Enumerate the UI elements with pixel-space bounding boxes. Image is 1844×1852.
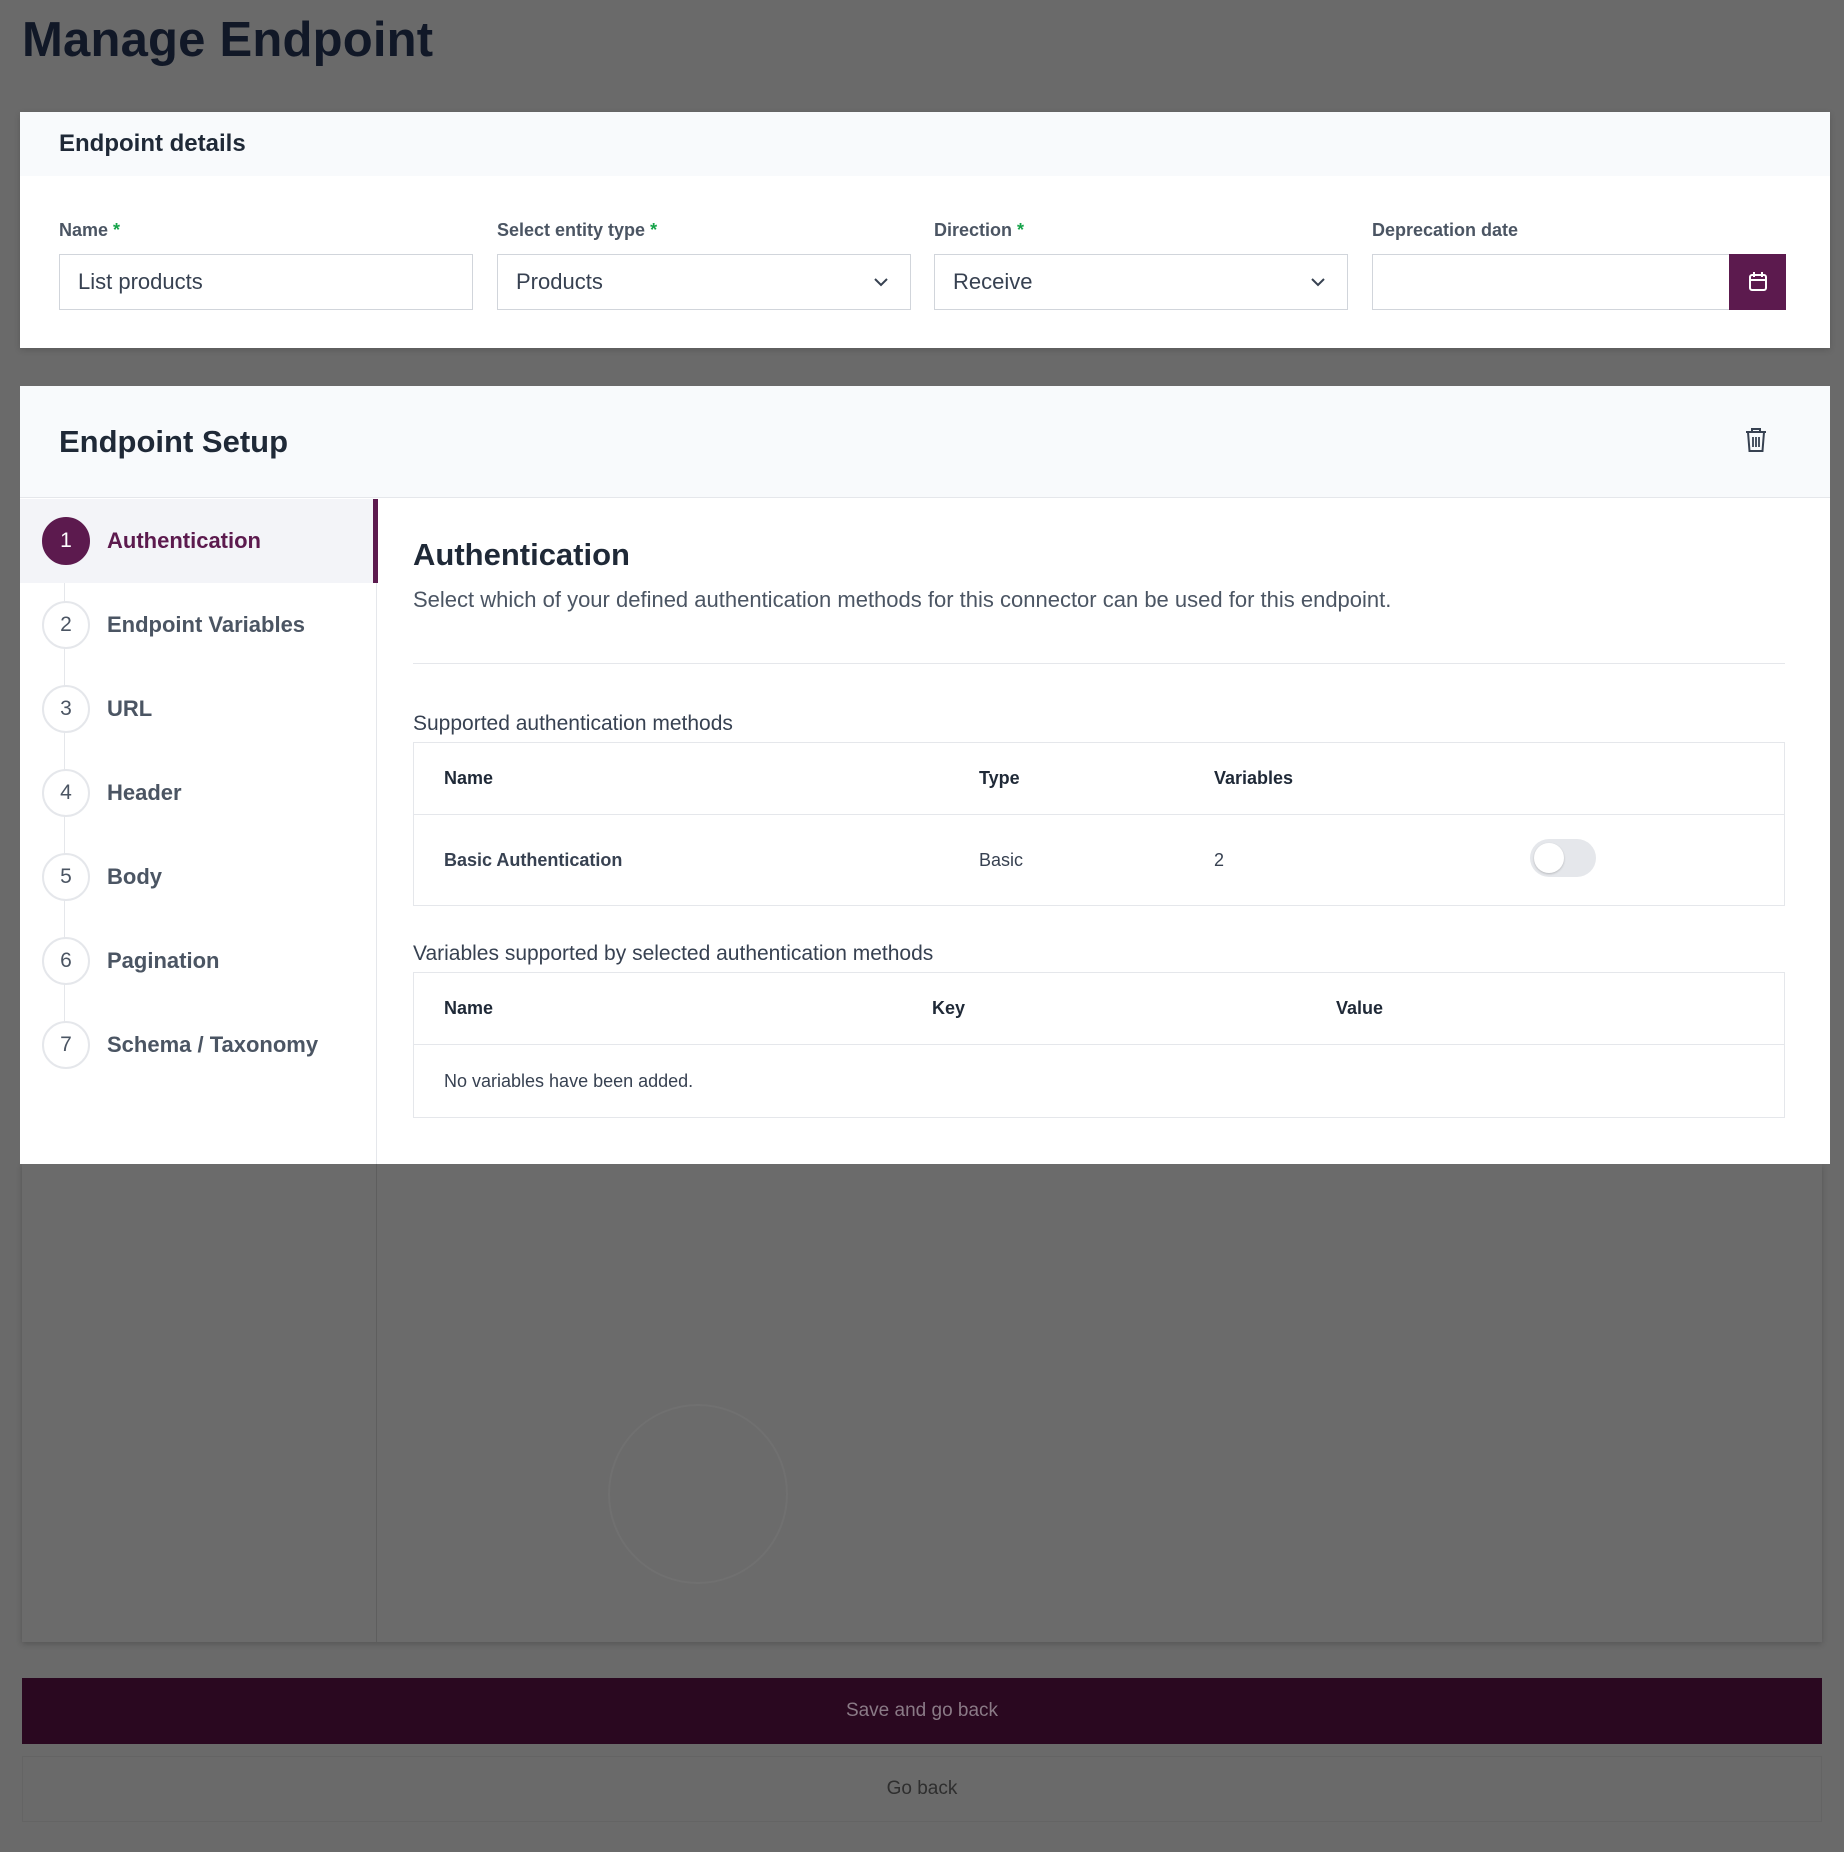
step-number: 4 — [42, 769, 90, 817]
step-header[interactable]: 4 Header — [20, 751, 377, 835]
step-number: 5 — [42, 853, 90, 901]
chevron-down-icon — [874, 278, 888, 287]
step-label: Header — [107, 780, 182, 805]
direction-select[interactable]: Receive — [934, 254, 1348, 310]
auth-variables-title: Variables supported by selected authenti… — [413, 942, 934, 965]
endpoint-setup-card: Endpoint Setup 1 Authentication 2 Endpoi… — [20, 386, 1830, 1164]
empty-state-row: No variables have been added. — [414, 1045, 1784, 1117]
step-label: Pagination — [107, 948, 220, 973]
column-header-type: Type — [979, 768, 1020, 788]
step-pagination[interactable]: 6 Pagination — [20, 919, 377, 1003]
entity-type-select-value: Products — [516, 269, 603, 294]
entity-type-label: Select entity type * — [497, 220, 658, 240]
column-header-variables: Variables — [1214, 768, 1294, 788]
chevron-down-icon — [1311, 278, 1325, 287]
authentication-panel: Authentication Select which of your defi… — [413, 499, 1785, 1118]
method-type: Basic — [979, 849, 1024, 870]
step-number: 1 — [42, 517, 90, 565]
supported-methods-title: Supported authentication methods — [413, 712, 733, 735]
calendar-button[interactable] — [1729, 254, 1786, 310]
delete-endpoint-button[interactable] — [1742, 424, 1770, 456]
save-and-go-back-button[interactable]: Save and go back — [22, 1678, 1822, 1744]
required-marker: * — [113, 220, 121, 240]
step-number: 7 — [42, 1021, 90, 1069]
step-number: 6 — [42, 937, 90, 985]
method-variables-count: 2 — [1214, 849, 1225, 870]
method-name: Basic Authentication — [444, 849, 623, 870]
step-label: Body — [107, 864, 162, 889]
step-label: Authentication — [107, 528, 261, 553]
deprecation-date-label: Deprecation date — [1372, 220, 1519, 240]
calendar-icon — [1748, 272, 1767, 291]
section-divider — [413, 663, 1785, 664]
entity-type-field: Select entity type * Products — [497, 220, 911, 310]
step-label: Schema / Taxonomy — [107, 1032, 319, 1057]
step-endpoint-variables[interactable]: 2 Endpoint Variables — [20, 583, 377, 667]
enable-method-toggle[interactable] — [1530, 839, 1596, 877]
name-label: Name * — [59, 220, 121, 240]
deprecation-date-input[interactable] — [1372, 254, 1786, 310]
required-marker: * — [1017, 220, 1025, 240]
direction-field: Direction * Receive — [934, 220, 1348, 310]
direction-label: Direction * — [934, 220, 1025, 240]
step-body[interactable]: 5 Body — [20, 835, 377, 919]
column-header-name: Name — [444, 768, 494, 788]
deprecation-date-field: Deprecation date — [1372, 220, 1786, 310]
overlay-divider — [376, 1164, 377, 1642]
trash-icon — [1746, 428, 1766, 452]
table-header-row: Name Type Variables — [414, 743, 1784, 815]
column-header-value: Value — [1336, 998, 1384, 1018]
step-number: 3 — [42, 685, 90, 733]
step-label: URL — [107, 696, 153, 721]
required-marker: * — [650, 220, 658, 240]
authentication-description: Select which of your defined authenticat… — [413, 587, 1392, 612]
column-header-key: Key — [932, 998, 966, 1018]
auth-variables-table: Name Key Value No variables have been ad… — [413, 972, 1785, 1118]
page-title: Manage Endpoint — [22, 13, 434, 67]
endpoint-details-heading: Endpoint details — [20, 112, 1830, 176]
table-header-row: Name Key Value — [414, 973, 1784, 1045]
setup-steps-nav: 1 Authentication 2 Endpoint Variables 3 … — [20, 499, 378, 1164]
name-input-value: List products — [78, 269, 203, 294]
endpoint-setup-heading: Endpoint Setup — [20, 386, 1830, 498]
table-row: Basic Authentication Basic 2 — [414, 815, 1784, 905]
go-back-button[interactable]: Go back — [22, 1756, 1822, 1822]
name-input[interactable]: List products — [59, 254, 473, 310]
step-schema-taxonomy[interactable]: 7 Schema / Taxonomy — [20, 1003, 377, 1087]
toggle-knob — [1534, 843, 1564, 873]
step-authentication[interactable]: 1 Authentication — [20, 499, 378, 583]
column-header-name: Name — [444, 998, 494, 1018]
auth-methods-table: Name Type Variables Basic Authentication… — [413, 742, 1785, 906]
step-url[interactable]: 3 URL — [20, 667, 377, 751]
endpoint-details-card: Endpoint details Name * List products Sel… — [20, 112, 1830, 348]
step-label: Endpoint Variables — [107, 612, 306, 637]
loading-spinner-icon — [608, 1404, 788, 1584]
step-number: 2 — [42, 601, 90, 649]
authentication-title: Authentication — [413, 537, 630, 572]
setup-card-overlay-region — [22, 1164, 1822, 1642]
name-field: Name * List products — [59, 220, 473, 310]
entity-type-select[interactable]: Products — [497, 254, 911, 310]
empty-state-text: No variables have been added. — [444, 1070, 694, 1091]
direction-select-value: Receive — [953, 269, 1033, 294]
